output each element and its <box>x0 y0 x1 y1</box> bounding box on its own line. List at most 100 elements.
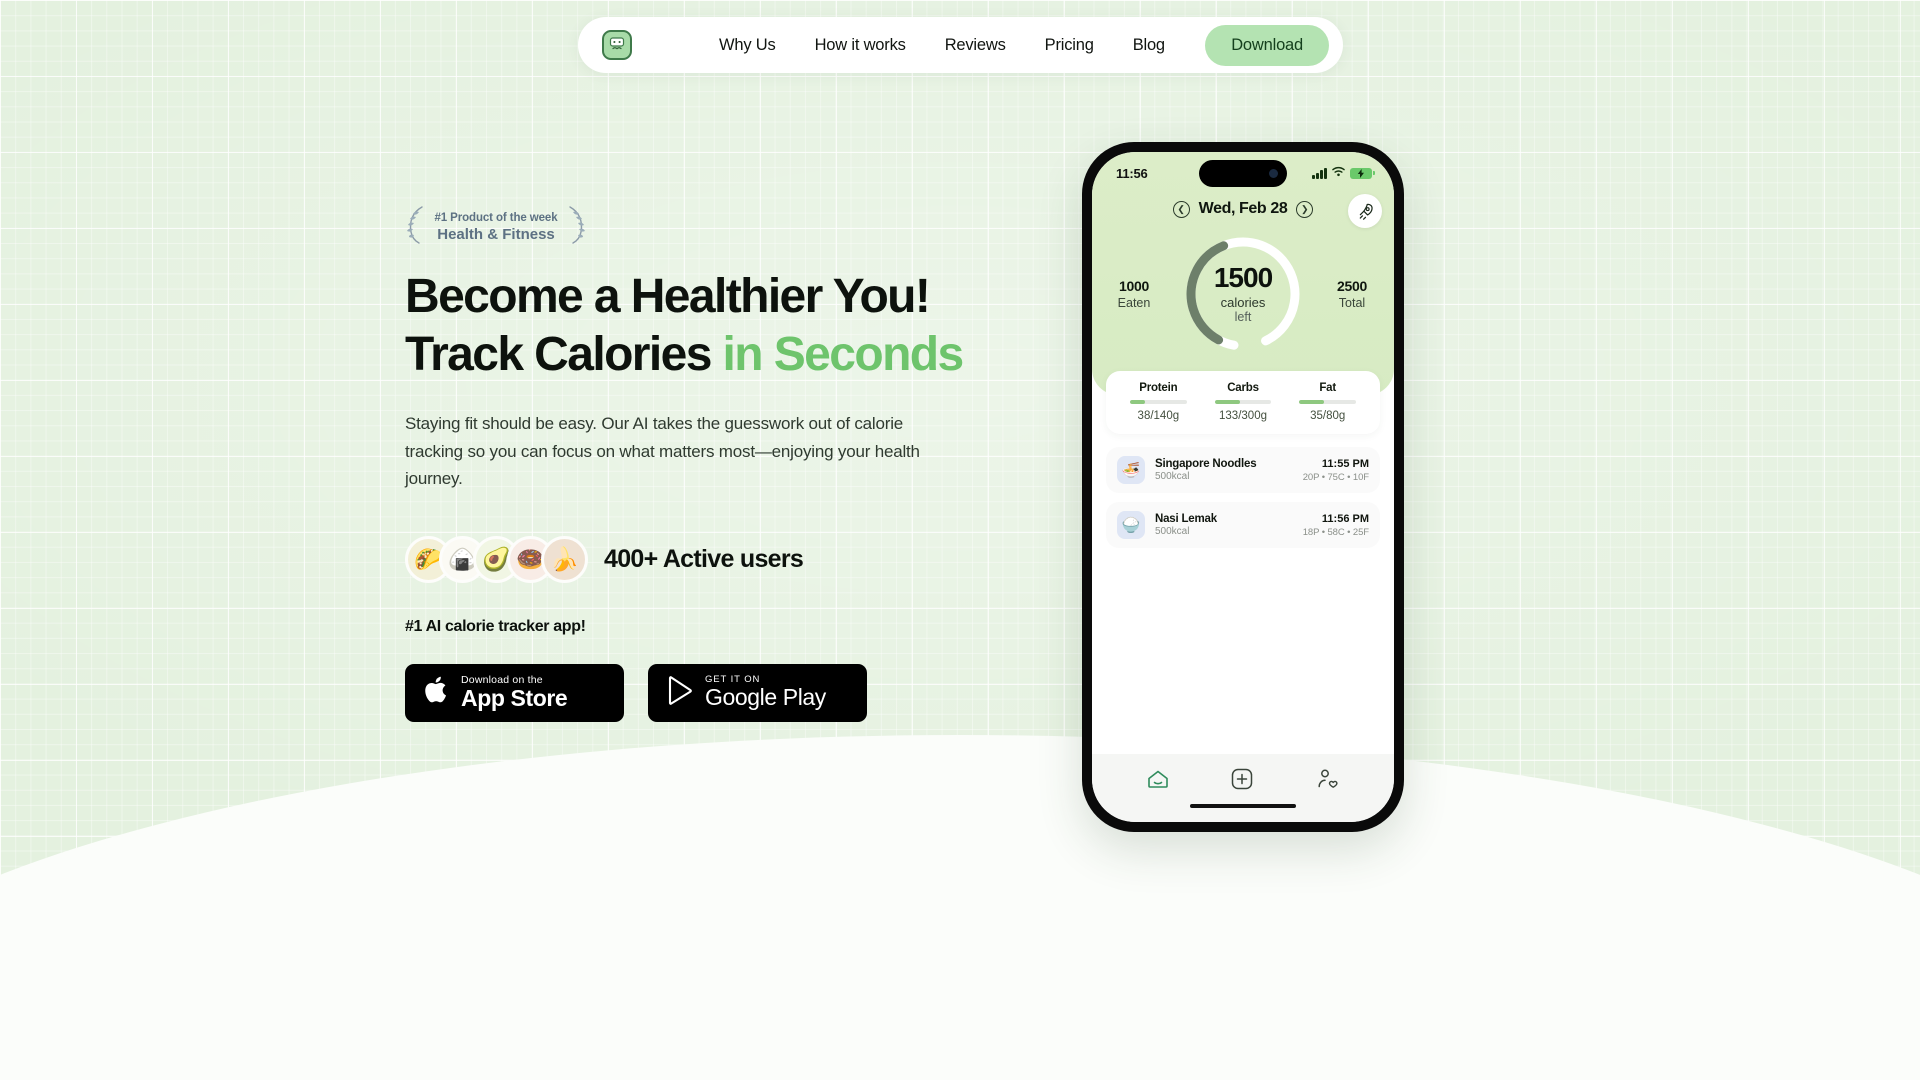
list-item[interactable]: 🍜 Singapore Noodles 500kcal 11:55 PM 20P… <box>1106 447 1380 493</box>
macro-carbs-track <box>1214 400 1272 404</box>
download-button[interactable]: Download <box>1205 24 1329 66</box>
navbar: Why Us How it works Reviews Pricing Blog… <box>578 17 1343 73</box>
landing-page: Why Us How it works Reviews Pricing Blog… <box>0 0 1920 1080</box>
laurel-right-icon <box>565 205 587 250</box>
nav-link-how-it-works[interactable]: How it works <box>815 36 906 55</box>
nav-link-reviews[interactable]: Reviews <box>945 36 1006 55</box>
chevron-right-icon[interactable]: ❯ <box>1296 200 1314 218</box>
list-item[interactable]: 🍚 Nasi Lemak 500kcal 11:56 PM 18P • 58C … <box>1106 502 1380 548</box>
google-play-big-label: Google Play <box>705 684 826 711</box>
food-meta: 11:55 PM 20P • 75C • 10F <box>1303 458 1369 483</box>
headline-line-1: Become a Healthier You! <box>405 270 931 323</box>
macro-protein-value: 38/140g <box>1137 410 1180 422</box>
calorie-summary-card: 11:56 ❮ Wed, Feb 28 ❯ 1000 Eaten 1500 ca… <box>1092 152 1394 395</box>
food-info: Nasi Lemak 500kcal <box>1155 513 1217 537</box>
food-kcal: 500kcal <box>1155 526 1190 537</box>
home-icon[interactable] <box>1147 769 1169 789</box>
macro-protein-fill <box>1130 400 1146 404</box>
award-badge: #1 Product of the week Health & Fitness <box>405 205 587 250</box>
food-name: Nasi Lemak <box>1155 513 1217 525</box>
robot-scale-logo-icon[interactable] <box>602 30 632 60</box>
google-play-button[interactable]: GET IT ON Google Play <box>648 663 867 722</box>
app-store-big-label: App Store <box>461 685 568 711</box>
page-title: Become a Healthier You! Track Calories i… <box>405 268 1025 384</box>
macros-card: Protein 38/140g Carbs 133/300g Fat 35/80… <box>1106 371 1380 434</box>
date-navigator: ❮ Wed, Feb 28 ❯ <box>1092 194 1394 228</box>
food-time: 11:55 PM <box>1321 457 1369 470</box>
hero-subtext: Staying fit should be easy. Our AI takes… <box>405 414 920 489</box>
calories-total-value: 2500 <box>1337 277 1367 294</box>
headline-line-2-plain: Track Calories <box>405 328 723 382</box>
laurel-left-icon <box>405 205 427 250</box>
status-time: 11:56 <box>1116 165 1148 181</box>
wifi-icon <box>1332 164 1345 182</box>
nav-link-blog[interactable]: Blog <box>1133 36 1165 55</box>
award-line-2: Health & Fitness <box>437 226 555 243</box>
calories-left-label-2: left <box>1234 309 1252 324</box>
phone-mockup: 11:56 ❮ Wed, Feb 28 ❯ 1000 Eaten 1500 ca… <box>1082 142 1404 832</box>
macro-fat-fill <box>1299 400 1325 404</box>
app-store-text: Download on the App Store <box>461 674 568 711</box>
phone-status-bar: 11:56 <box>1092 152 1394 194</box>
calorie-ring: 1000 Eaten 1500 calories left 2500 Total <box>1092 226 1394 361</box>
macro-protein-name: Protein <box>1139 382 1178 394</box>
food-macros: 18P • 58C • 25F <box>1302 526 1369 538</box>
phone-tab-bar <box>1092 754 1394 804</box>
calories-left-label-1: calories <box>1220 294 1266 310</box>
nav-links: Why Us How it works Reviews Pricing Blog <box>719 36 1165 55</box>
macro-carbs-value: 133/300g <box>1219 410 1267 422</box>
google-play-triangle-icon <box>668 675 694 710</box>
macro-protein-track <box>1130 400 1187 404</box>
current-date-label: Wed, Feb 28 <box>1198 200 1288 217</box>
home-indicator <box>1092 804 1394 822</box>
award-line-1: #1 Product of the week <box>434 212 558 224</box>
food-info: Singapore Noodles 500kcal <box>1155 458 1257 482</box>
macro-fat: Fat 35/80g <box>1285 382 1370 422</box>
calories-eaten-label: Eaten <box>1117 295 1151 310</box>
award-text: #1 Product of the week Health & Fitness <box>431 212 561 243</box>
calories-eaten: 1000 Eaten <box>1100 278 1168 310</box>
nav-link-why-us[interactable]: Why Us <box>719 36 776 55</box>
cellular-bars-icon <box>1312 167 1327 179</box>
macro-protein: Protein 38/140g <box>1116 382 1201 422</box>
rice-plate-thumb-icon: 🍚 <box>1117 511 1145 539</box>
macro-carbs-fill <box>1214 400 1240 404</box>
food-kcal: 500kcal <box>1155 471 1190 482</box>
person-heart-icon[interactable] <box>1316 768 1339 790</box>
food-name: Singapore Noodles <box>1155 458 1257 470</box>
rocket-icon[interactable] <box>1348 194 1382 228</box>
phone-screen: 11:56 ❮ Wed, Feb 28 ❯ 1000 Eaten 1500 ca… <box>1092 152 1394 822</box>
macro-carbs: Carbs 133/300g <box>1201 382 1286 422</box>
avatar-stack: 🌮 🍙 🥑 🍩 🍌 <box>405 535 588 583</box>
banana-avatar: 🍌 <box>541 535 588 583</box>
dynamic-island <box>1199 160 1287 187</box>
active-users-row: 🌮 🍙 🥑 🍩 🍌 400+ Active users <box>405 535 1025 583</box>
hero-tagline: #1 AI calorie tracker app! <box>405 617 586 635</box>
macro-carbs-name: Carbs <box>1227 382 1259 394</box>
plus-square-icon[interactable] <box>1230 767 1254 791</box>
active-users-count: 400+ Active users <box>604 544 804 573</box>
macro-fat-name: Fat <box>1319 382 1336 394</box>
noodle-bowl-thumb-icon: 🍜 <box>1117 456 1145 484</box>
calories-left-value: 1500 <box>1213 261 1273 293</box>
food-log-list: 🍜 Singapore Noodles 500kcal 11:55 PM 20P… <box>1092 434 1394 557</box>
calories-eaten-value: 1000 <box>1119 277 1149 294</box>
calories-left: 1500 calories left <box>1213 261 1273 324</box>
date-group: ❮ Wed, Feb 28 ❯ <box>1172 200 1314 218</box>
app-store-button[interactable]: Download on the App Store <box>405 663 624 722</box>
hero-section: #1 Product of the week Health & Fitness … <box>405 205 1025 722</box>
calories-total: 2500 Total <box>1318 278 1386 310</box>
food-macros: 20P • 75C • 10F <box>1302 471 1369 483</box>
google-play-text: GET IT ON Google Play <box>705 674 826 711</box>
food-meta: 11:56 PM 18P • 58C • 25F <box>1303 513 1369 538</box>
content-spacer <box>1092 557 1394 754</box>
macro-fat-value: 35/80g <box>1310 410 1346 422</box>
nav-link-pricing[interactable]: Pricing <box>1045 36 1094 55</box>
food-time: 11:56 PM <box>1321 512 1369 525</box>
status-icons <box>1312 164 1375 182</box>
front-camera-icon <box>1269 169 1278 178</box>
macro-fat-track <box>1299 400 1357 404</box>
chevron-left-icon[interactable]: ❮ <box>1172 200 1190 218</box>
headline-line-2-accent: in Seconds <box>722 328 965 382</box>
calories-total-label: Total <box>1338 295 1366 310</box>
